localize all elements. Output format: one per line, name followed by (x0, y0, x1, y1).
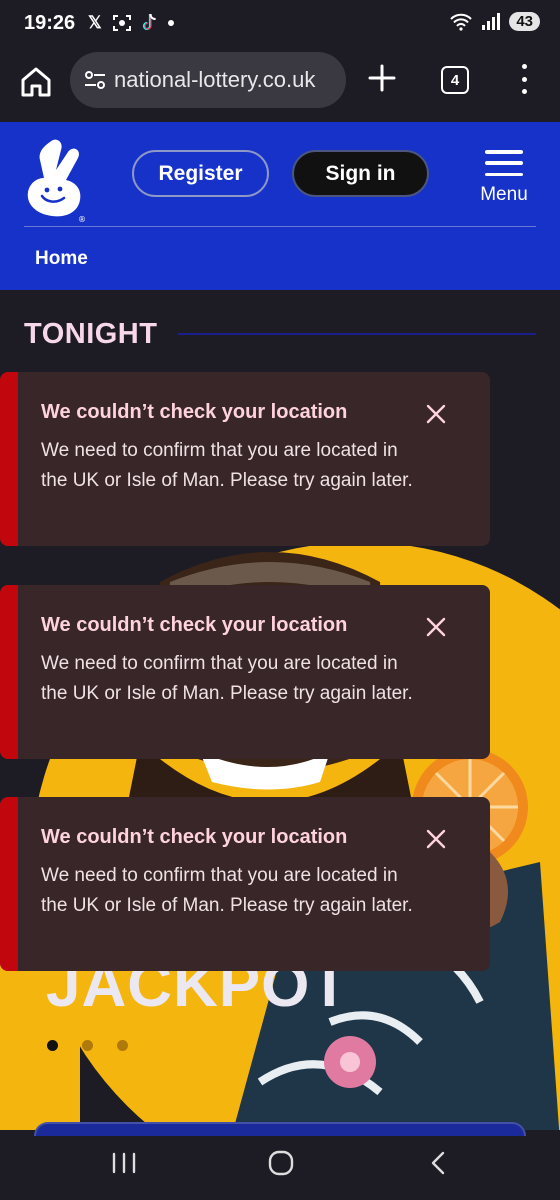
screenshot-icon (112, 15, 131, 31)
close-icon[interactable] (424, 402, 448, 426)
carousel-dot-2[interactable] (82, 1040, 93, 1051)
toast-message: We need to confirm that you are located … (41, 865, 413, 916)
close-icon[interactable] (424, 827, 448, 851)
lottery-crossed-fingers-logo[interactable]: ® (20, 134, 92, 226)
carousel-dot-1[interactable] (47, 1040, 58, 1051)
svg-text:®: ® (78, 215, 86, 224)
error-accent-bar (0, 585, 18, 759)
system-navigation-bar (0, 1122, 560, 1200)
address-bar[interactable]: national-lottery.co.uk (70, 52, 346, 108)
signal-icon (482, 12, 501, 30)
more-options-icon[interactable] (518, 64, 530, 94)
browser-toolbar: national-lottery.co.uk 4 (0, 48, 560, 120)
url-text: national-lottery.co.uk (114, 67, 316, 92)
carousel-dot-3[interactable] (117, 1040, 128, 1051)
toast-title: We couldn’t check your location (41, 614, 348, 636)
back-icon[interactable] (428, 1150, 448, 1176)
header-divider (24, 226, 536, 227)
error-accent-bar (0, 797, 18, 971)
tiktok-icon (142, 13, 156, 31)
section-title: TONIGHT (24, 318, 158, 350)
error-accent-bar (0, 372, 18, 546)
close-icon[interactable] (424, 615, 448, 639)
location-error-toast: We couldn’t check your location We need … (0, 585, 490, 759)
tab-switcher-button[interactable]: 4 (441, 66, 469, 94)
menu-label: Menu (480, 184, 528, 205)
site-header: ® Register Sign in Menu Home (0, 122, 560, 290)
register-button[interactable]: Register (132, 150, 269, 197)
menu-button[interactable]: Menu (474, 146, 534, 206)
system-icons: 43 (449, 12, 540, 31)
new-tab-icon[interactable] (366, 62, 398, 94)
location-error-toast: We couldn’t check your location We need … (0, 797, 490, 971)
main-content: TONIGHT JACKPOT We couldn’t check your l… (0, 290, 560, 1130)
recent-apps-icon[interactable] (110, 1152, 138, 1174)
toast-title: We couldn’t check your location (41, 401, 348, 423)
toast-message: We need to confirm that you are located … (41, 440, 413, 491)
system-home-icon[interactable] (268, 1150, 294, 1176)
sign-in-button[interactable]: Sign in (292, 150, 429, 197)
notification-icons: 𝕏 (88, 13, 174, 33)
status-bar: 19:26 𝕏 43 (0, 0, 560, 48)
toast-title: We couldn’t check your location (41, 826, 348, 848)
hamburger-icon (485, 150, 523, 176)
wifi-icon (450, 13, 473, 31)
status-time: 19:26 (24, 12, 76, 34)
x-app-icon: 𝕏 (88, 13, 102, 32)
section-title-rule (178, 333, 536, 335)
browser-home-icon[interactable] (18, 64, 54, 100)
location-error-toast: We couldn’t check your location We need … (0, 372, 490, 546)
toast-message: We need to confirm that you are located … (41, 653, 413, 704)
site-settings-icon[interactable] (82, 67, 108, 93)
battery-indicator: 43 (509, 12, 540, 31)
notification-dot-icon (167, 20, 174, 26)
home-nav-link[interactable]: Home (35, 248, 88, 270)
sticky-bottom-panel[interactable] (34, 1122, 526, 1136)
